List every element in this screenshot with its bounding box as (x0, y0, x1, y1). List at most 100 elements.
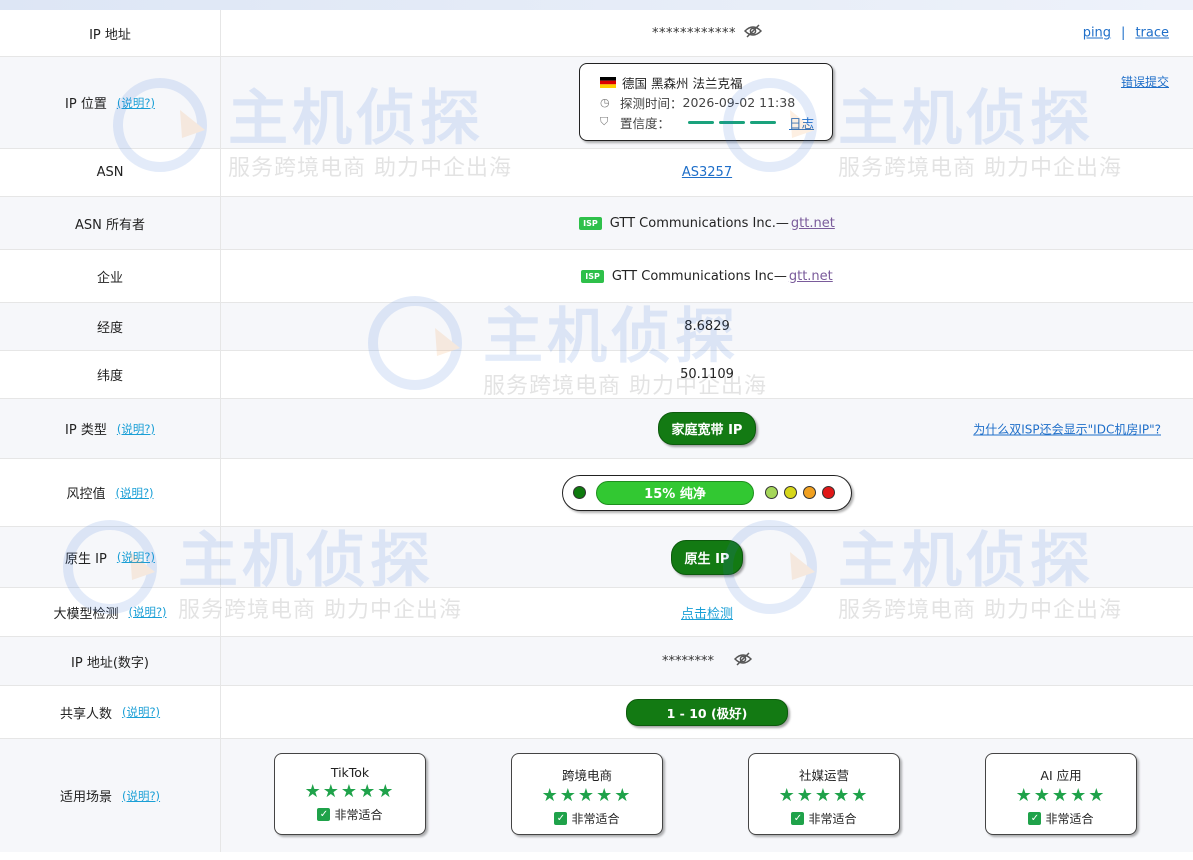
check-icon: ✓ (554, 812, 568, 825)
help-link[interactable]: (说明?) (117, 95, 155, 111)
ping-link[interactable]: ping (1083, 26, 1111, 41)
label-text: 共享人数 (59, 706, 112, 722)
trace-link[interactable]: trace (1135, 26, 1169, 41)
scene-card-ecommerce: 跨境电商 ★★★★★ ✓ 非常适合 (511, 753, 663, 835)
scene-title: AI 应用 (1040, 768, 1082, 783)
scene-card-tiktok: TikTok ★★★★★ ✓ 非常适合 (274, 753, 426, 835)
row-latitude: 纬度 50.1109 (0, 351, 1193, 399)
row-label: IP 地址 (0, 10, 221, 56)
row-value: 点击检测 (221, 588, 1193, 636)
row-label: 风控值 (说明?) (0, 459, 221, 526)
probe-label: 探测时间： (620, 95, 683, 111)
clock-icon: ◷ (600, 95, 610, 109)
row-llm-check: 大模型检测 (说明?) 点击检测 (0, 588, 1193, 637)
why-idc-link[interactable]: 为什么双ISP还会显示"IDC机房IP"? (973, 420, 1161, 437)
row-ip-number: IP 地址(数字) ******** (0, 637, 1193, 686)
row-value: 1 - 10 (极好) (221, 686, 1193, 738)
risk-dot (784, 486, 797, 499)
confidence-line: ⛉ 置信度： 日志 (600, 112, 832, 132)
germany-flag-icon (600, 76, 616, 88)
risk-meter: 15% 纯净 (562, 474, 852, 511)
row-value: AS3257 (221, 149, 1193, 196)
star-rating: ★★★★★ (1015, 785, 1107, 806)
confidence-bar (750, 120, 777, 124)
shared-users-badge: 1 - 10 (极好) (626, 698, 788, 726)
help-link[interactable]: (说明?) (128, 604, 166, 620)
asn-link[interactable]: AS3257 (682, 165, 732, 180)
row-label: IP 类型 (说明?) (0, 399, 221, 458)
label-text: 风控值 (66, 487, 106, 502)
row-label: 纬度 (0, 351, 221, 398)
scene-status: ✓ 非常适合 (749, 810, 899, 827)
report-error-link[interactable]: 错误提交 (1121, 73, 1169, 90)
risk-dot (803, 486, 816, 499)
risk-dot (573, 486, 586, 499)
separator: | (1121, 25, 1126, 41)
ip-info-table: IP 地址 ************ ping | trace IP 位置 (说明?)… (0, 10, 1193, 852)
ip-tools: ping | trace (1083, 26, 1169, 41)
label-text: IP 类型 (65, 423, 107, 438)
row-label: IP 地址(数字) (0, 637, 221, 685)
help-link[interactable]: (说明?) (115, 485, 153, 501)
row-scenes: 适用场景 (说明?) TikTok ★★★★★ ✓ 非常适合 跨境电商 ★★★★★ … (0, 739, 1193, 852)
help-link[interactable]: (说明?) (122, 704, 160, 720)
scene-card-ai: AI 应用 ★★★★★ ✓ 非常适合 (985, 753, 1137, 835)
row-value: ISP GTT Communications Inc— gtt.net (221, 250, 1193, 302)
probe-time: 2026-09-02 11:38 (682, 94, 796, 110)
llm-check-link[interactable]: 点击检测 (681, 603, 733, 622)
scene-status: ✓ 非常适合 (512, 810, 662, 827)
row-value: 8.6829 (684, 319, 730, 334)
label-text: 原生 IP (65, 551, 107, 567)
label-text: IP 位置 (65, 97, 107, 112)
row-value: ISP GTT Communications Inc.— gtt.net (221, 197, 1193, 249)
ip-masked: ************ (652, 25, 736, 41)
row-value: 家庭宽带 IP 为什么双ISP还会显示"IDC机房IP"? (221, 399, 1193, 458)
row-value: 15% 纯净 (221, 459, 1193, 526)
row-label: 经度 (0, 303, 221, 350)
row-native-ip: 原生 IP (说明?) 原生 IP (0, 527, 1193, 588)
row-label: 适用场景 (说明?) (0, 739, 221, 852)
scene-status-text: 非常适合 (1045, 812, 1094, 826)
location-text: 德国 黑森州 法兰克福 (622, 75, 743, 91)
risk-dot (822, 486, 835, 499)
row-company: 企业 ISP GTT Communications Inc— gtt.net (0, 250, 1193, 303)
row-risk: 风控值 (说明?) 15% 纯净 (0, 459, 1193, 527)
ip-number-masked: ******** (662, 653, 714, 669)
eye-off-icon[interactable] (733, 652, 753, 670)
confidence-bar (719, 120, 746, 124)
log-link[interactable]: 日志 (789, 113, 814, 132)
shield-check-icon: ⛉ (600, 115, 609, 128)
owner-name: GTT Communications Inc.— (609, 215, 789, 231)
scene-status-text: 非常适合 (571, 812, 620, 826)
scene-title: TikTok (330, 765, 370, 780)
company-domain-link[interactable]: gtt.net (789, 269, 833, 284)
location-line: 德国 黑森州 法兰克福 (600, 72, 832, 92)
row-ip-type: IP 类型 (说明?) 家庭宽带 IP 为什么双ISP还会显示"IDC机房IP"? (0, 399, 1193, 459)
row-asn-owner: ASN 所有者 ISP GTT Communications Inc.— gtt… (0, 197, 1193, 250)
row-label: 企业 (0, 250, 221, 302)
row-label: 大模型检测 (说明?) (0, 588, 221, 636)
scene-status: ✓ 非常适合 (986, 810, 1136, 827)
company-name: GTT Communications Inc— (611, 268, 787, 284)
row-value: 50.1109 (680, 367, 734, 382)
row-label: IP 位置 (说明?) (0, 57, 221, 148)
location-card: 德国 黑森州 法兰克福 ◷ 探测时间： 2026-09-02 11:38 ⛉ 置… (579, 63, 833, 141)
scene-card-social: 社媒运营 ★★★★★ ✓ 非常适合 (748, 753, 900, 835)
scene-status-text: 非常适合 (334, 808, 383, 822)
scene-title: 社媒运营 (798, 768, 849, 783)
row-ip: IP 地址 ************ ping | trace (0, 10, 1193, 57)
row-label: 原生 IP (说明?) (0, 527, 221, 587)
ip-type-badge: 家庭宽带 IP (657, 412, 757, 445)
owner-domain-link[interactable]: gtt.net (791, 216, 835, 231)
row-value: 原生 IP (221, 527, 1193, 587)
help-link[interactable]: (说明?) (122, 788, 160, 804)
scene-title: 跨境电商 (561, 768, 612, 783)
row-value: TikTok ★★★★★ ✓ 非常适合 跨境电商 ★★★★★ ✓ 非常适合 社媒运营… (221, 739, 1193, 852)
eye-off-icon[interactable] (743, 24, 763, 42)
label-text: 适用场景 (59, 790, 112, 805)
help-link[interactable]: (说明?) (117, 549, 155, 565)
scene-status: ✓ 非常适合 (275, 806, 425, 823)
help-link[interactable]: (说明?) (117, 421, 155, 437)
row-label: ASN 所有者 (0, 197, 221, 249)
check-icon: ✓ (317, 808, 331, 821)
